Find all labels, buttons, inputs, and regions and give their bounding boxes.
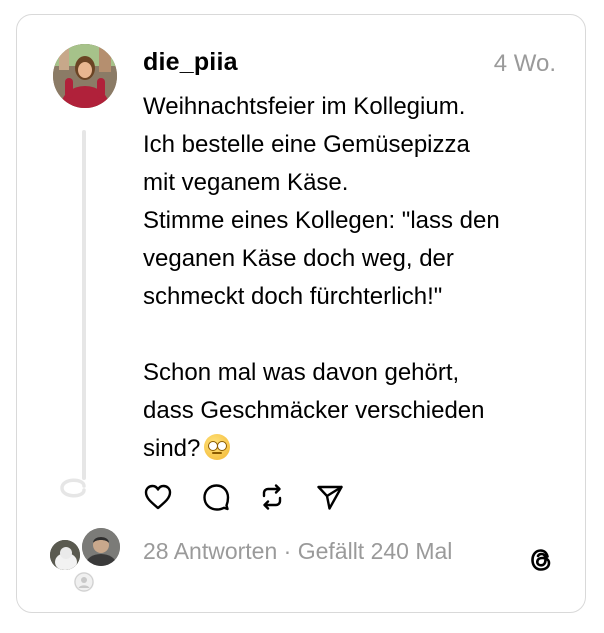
- repost-button[interactable]: [257, 482, 289, 514]
- comment-button[interactable]: [201, 482, 233, 514]
- stats-separator: ·: [277, 538, 298, 564]
- author-avatar[interactable]: [53, 44, 117, 108]
- post-stats: 28 Antworten · Gefällt 240 Mal: [143, 538, 452, 565]
- repost-icon: [262, 484, 282, 510]
- author-avatar-image: [53, 44, 117, 108]
- likes-count-link[interactable]: Gefällt 240 Mal: [298, 538, 453, 564]
- send-icon: [317, 485, 343, 510]
- heart-icon: [144, 484, 172, 510]
- replier-avatar: [82, 528, 120, 566]
- thread-line: [82, 130, 86, 480]
- post-timestamp[interactable]: 4 Wo.: [494, 50, 556, 78]
- rolling-eyes-emoji-icon: [204, 434, 231, 460]
- comment-icon: [203, 484, 230, 511]
- user-placeholder-icon: [74, 572, 94, 592]
- post-body: Weihnachtsfeier im Kollegium. Ich bestel…: [143, 93, 500, 462]
- thread-loop-icon: [60, 478, 86, 498]
- replier-avatar-placeholder: [74, 572, 94, 592]
- threads-logo-icon[interactable]: [525, 544, 557, 576]
- post-text: Weihnachtsfeier im Kollegium. Ich bestel…: [143, 88, 563, 468]
- like-button[interactable]: [143, 482, 175, 514]
- replier-avatar-image: [50, 540, 80, 570]
- replies-count-link[interactable]: 28 Antworten: [143, 538, 277, 564]
- author-username[interactable]: die_piia: [143, 48, 238, 77]
- replier-avatars[interactable]: [50, 528, 130, 598]
- replier-avatar: [50, 540, 80, 570]
- share-button[interactable]: [315, 482, 347, 514]
- replier-avatar-image: [82, 528, 120, 566]
